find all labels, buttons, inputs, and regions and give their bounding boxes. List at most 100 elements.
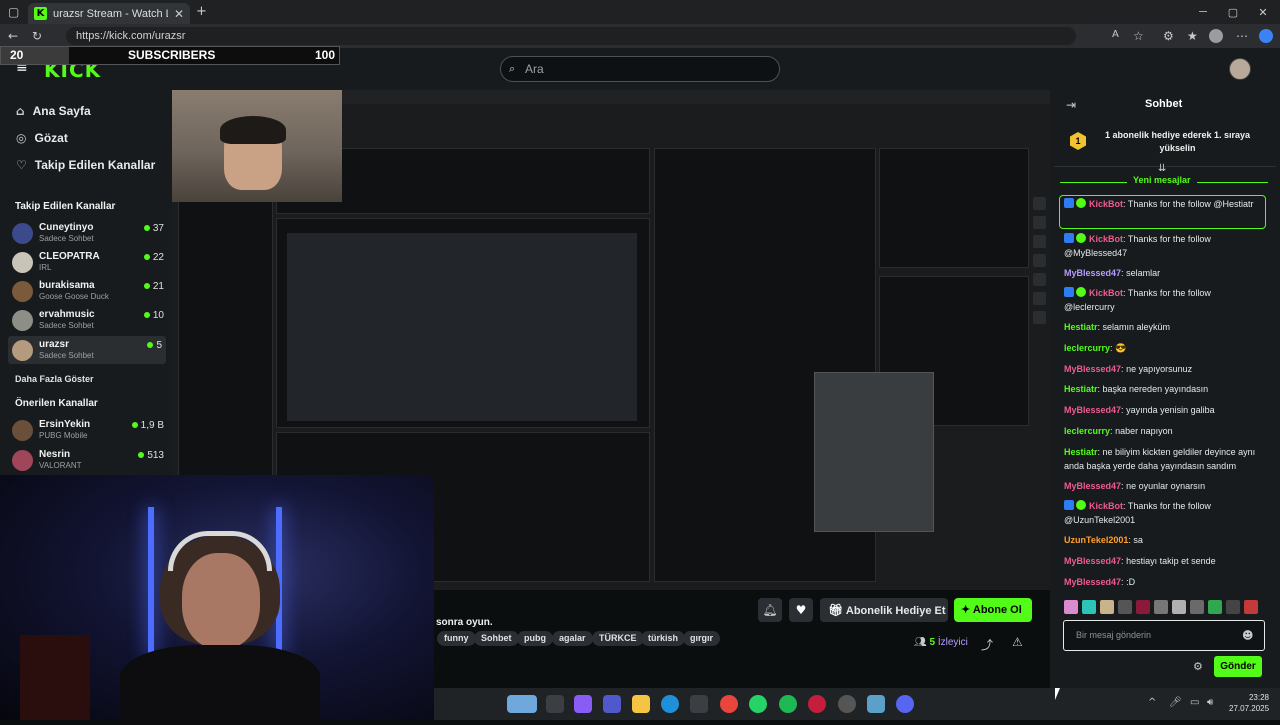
stream-tag[interactable]: Sohbet xyxy=(474,631,519,646)
chat-username[interactable]: MyBlessed47 xyxy=(1064,405,1121,415)
chat-username[interactable]: UzunTekel2001 xyxy=(1064,535,1128,545)
nav-following[interactable]: ♡ Takip Edilen Kanallar xyxy=(16,158,155,172)
emote-icon[interactable] xyxy=(1136,600,1150,614)
rail-shield-icon[interactable] xyxy=(1033,292,1046,305)
nav-home[interactable]: ⌂ Ana Sayfa xyxy=(16,104,91,118)
close-window-icon[interactable]: ✕ xyxy=(1246,0,1280,24)
gift-subscription-button[interactable]: 🎁︎ Abonelik Hediye Et xyxy=(820,598,948,622)
chat-username[interactable]: leclercurry xyxy=(1064,343,1110,353)
tray-chevron-icon[interactable]: ^ xyxy=(1148,697,1156,708)
recommended-channel[interactable]: Nesrin VALORANT 513 xyxy=(12,446,164,474)
taskbar-discord-icon[interactable] xyxy=(896,695,914,713)
chat-username[interactable]: KickBot xyxy=(1089,288,1123,298)
emote-icon[interactable] xyxy=(1154,600,1168,614)
taskbar-clock[interactable]: 23:28 27.07.2025 xyxy=(1229,692,1269,714)
chat-username[interactable]: MyBlessed47 xyxy=(1064,364,1121,374)
show-more-link[interactable]: Daha Fazla Göster xyxy=(15,374,94,384)
taskbar-edge-icon[interactable] xyxy=(661,695,679,713)
emote-icon[interactable] xyxy=(1190,600,1204,614)
chat-username[interactable]: MyBlessed47 xyxy=(1064,556,1121,566)
search-input[interactable]: Ara xyxy=(500,56,780,82)
favorite-star-icon[interactable]: ☆ xyxy=(1133,29,1144,43)
emote-icon[interactable] xyxy=(1064,600,1078,614)
taskbar-copilot-icon[interactable] xyxy=(574,695,592,713)
followed-channel-active[interactable]: urazsr Sadece Sohbet 5 xyxy=(8,336,166,364)
nav-browse[interactable]: ◎ Gözat xyxy=(16,131,68,145)
more-menu-icon[interactable]: ⋯ xyxy=(1236,29,1248,43)
rail-poll-icon[interactable] xyxy=(1033,254,1046,267)
emote-icon[interactable] xyxy=(1100,600,1114,614)
follow-button[interactable]: ♥ xyxy=(789,598,813,622)
notification-bell-button[interactable]: 🔔︎ xyxy=(758,598,782,622)
url-field[interactable]: https://kick.com/urazsr xyxy=(66,27,1076,45)
new-tab-icon[interactable]: + xyxy=(196,4,207,19)
rail-chat-icon[interactable] xyxy=(1033,197,1046,210)
taskbar-chrome-icon[interactable] xyxy=(720,695,738,713)
taskbar-app-icon[interactable] xyxy=(867,695,885,713)
stream-tag[interactable]: pubg xyxy=(517,631,553,646)
followed-channel[interactable]: ervahmusic Sadece Sohbet 10 xyxy=(12,306,164,334)
rail-mod-icon[interactable] xyxy=(1033,273,1046,286)
copilot-icon[interactable] xyxy=(1259,29,1273,43)
profile-avatar[interactable] xyxy=(1209,29,1223,43)
minimize-icon[interactable]: ─ xyxy=(1186,0,1220,24)
chat-username[interactable]: KickBot xyxy=(1089,234,1123,244)
tray-mic-icon[interactable]: 🎤︎ xyxy=(1169,697,1182,708)
close-tab-icon[interactable]: ✕ xyxy=(174,7,184,21)
taskbar-widgets-icon[interactable] xyxy=(507,695,537,713)
chat-username[interactable]: KickBot xyxy=(1089,501,1123,511)
taskbar-obs-icon[interactable] xyxy=(838,695,856,713)
back-icon[interactable]: ← xyxy=(8,29,18,43)
tray-network-icon[interactable]: ▭ xyxy=(1190,697,1199,708)
emote-icon[interactable] xyxy=(1082,600,1096,614)
emote-icon[interactable] xyxy=(1226,600,1240,614)
chat-username[interactable]: leclercurry xyxy=(1064,426,1110,436)
collections-icon[interactable]: ★ xyxy=(1187,29,1198,43)
user-avatar[interactable] xyxy=(1229,58,1251,80)
chat-username[interactable]: MyBlessed47 xyxy=(1064,268,1121,278)
rail-pin-icon[interactable] xyxy=(1033,311,1046,324)
chat-username[interactable]: MyBlessed47 xyxy=(1064,577,1121,587)
taskbar-explorer-icon[interactable] xyxy=(632,695,650,713)
emote-icon[interactable] xyxy=(1118,600,1132,614)
collapse-chat-icon[interactable]: ⇥ xyxy=(1066,98,1076,112)
chat-settings-icon[interactable]: ⚙ xyxy=(1193,660,1203,673)
chat-username[interactable]: KickBot xyxy=(1089,199,1123,209)
scroll-down-icon[interactable]: ⇊ xyxy=(1158,163,1166,174)
tray-volume-icon[interactable]: 🔊︎ xyxy=(1207,697,1213,708)
report-icon[interactable]: ⚠ xyxy=(1012,635,1023,649)
maximize-icon[interactable]: ▢ xyxy=(1216,0,1250,24)
browser-tab[interactable]: K urazsr Stream - Watch Live o ✕ xyxy=(28,3,190,24)
followed-channel[interactable]: burakisama Goose Goose Duck 21 xyxy=(12,277,164,305)
read-aloud-icon[interactable]: A xyxy=(1112,29,1119,40)
stream-tag[interactable]: funny xyxy=(437,631,476,646)
stream-tag[interactable]: agalar xyxy=(552,631,593,646)
share-icon[interactable]: ⤴ xyxy=(981,636,993,653)
emote-icon[interactable] xyxy=(1208,600,1222,614)
taskbar-whatsapp-icon[interactable] xyxy=(749,695,767,713)
taskbar-spotify-icon[interactable] xyxy=(779,695,797,713)
emoji-icon[interactable]: ☻ xyxy=(1242,629,1253,642)
chat-username[interactable]: MyBlessed47 xyxy=(1064,481,1121,491)
chat-username[interactable]: Hestiatr xyxy=(1064,322,1098,332)
rail-settings-icon[interactable] xyxy=(1033,235,1046,248)
emote-icon[interactable] xyxy=(1172,600,1186,614)
recommended-channel[interactable]: ErsinYekin PUBG Mobile 1,9 B xyxy=(12,416,164,444)
followed-channel[interactable]: Cuneytinyo Sadece Sohbet 37 xyxy=(12,219,164,247)
reload-icon[interactable]: ↻ xyxy=(32,29,42,43)
stream-tag[interactable]: TÜRKCE xyxy=(592,631,644,646)
subscribe-button[interactable]: ✦ Abone Ol xyxy=(954,598,1032,622)
emote-icon[interactable] xyxy=(1244,600,1258,614)
send-button[interactable]: Gönder xyxy=(1214,656,1262,677)
stream-tag[interactable]: gırgır xyxy=(683,631,721,646)
extensions-icon[interactable]: ⚙ xyxy=(1163,29,1174,43)
chat-username[interactable]: Hestiatr xyxy=(1064,384,1098,394)
tab-actions-icon[interactable]: ▢ xyxy=(8,5,19,19)
taskbar-store-icon[interactable] xyxy=(690,695,708,713)
taskbar-teams-icon[interactable] xyxy=(603,695,621,713)
stream-tag[interactable]: türkish xyxy=(641,631,686,646)
rail-users-icon[interactable] xyxy=(1033,216,1046,229)
taskbar-opera-icon[interactable] xyxy=(808,695,826,713)
pinned-gift-message[interactable]: 1 abonelik hediye ederek 1. sıraya yükse… xyxy=(1100,129,1255,155)
chat-username[interactable]: Hestiatr xyxy=(1064,447,1098,457)
